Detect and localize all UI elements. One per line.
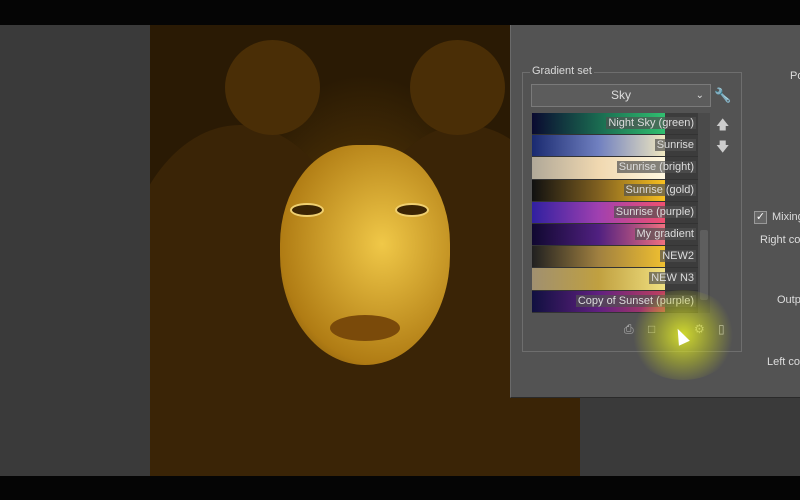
gradient-name: Sunrise (bright) <box>616 161 696 174</box>
gradient-set-label: Gradient set <box>530 65 594 77</box>
top-letterbox <box>0 0 800 25</box>
gradient-list-item[interactable]: NEW N3 <box>532 268 698 291</box>
move-up-arrow-icon[interactable]: 🡅 <box>716 116 729 138</box>
gradient-name: Sunrise (purple) <box>613 205 696 218</box>
gradient-list-item[interactable]: NEW2 <box>532 246 698 269</box>
hair-bun-left <box>225 40 320 135</box>
output-label: Outpu <box>777 294 800 306</box>
gradient-name: NEW N3 <box>649 272 696 285</box>
mixing-checkbox[interactable]: ✓ <box>754 211 767 224</box>
gradient-swatch <box>532 246 665 268</box>
gradient-list-item[interactable]: Sunrise <box>532 135 698 158</box>
wrench-icon[interactable]: 🔧 <box>714 87 731 104</box>
gradient-list[interactable]: Night Sky (green) Sunrise Sunrise (bright)… <box>532 113 698 313</box>
move-down-arrow-icon[interactable]: 🡇 <box>716 138 729 160</box>
gradient-name: NEW2 <box>660 250 696 263</box>
gradient-list-item[interactable]: Night Sky (green) <box>532 113 698 136</box>
bottom-letterbox <box>0 476 800 500</box>
lips <box>330 315 400 341</box>
gradient-list-item[interactable]: Sunrise (gold) <box>532 179 698 202</box>
mixing-label: Mixing <box>772 211 800 223</box>
gradient-set-dropdown[interactable]: Sky ⌄ <box>531 84 711 107</box>
gradient-swatch <box>532 135 665 157</box>
gradient-swatch <box>532 268 665 290</box>
scrollbar-thumb[interactable] <box>700 230 708 300</box>
dropdown-value: Sky <box>610 88 631 102</box>
right-color-label: Right colo <box>760 234 800 246</box>
hair-bun-right <box>410 40 505 135</box>
gradient-name: Sunrise <box>654 139 696 152</box>
po-label: Po <box>790 70 800 82</box>
gradient-list-item[interactable]: Sunrise (purple) <box>532 201 698 224</box>
gradient-name: Night Sky (green) <box>606 117 696 129</box>
gradient-name: My gradient <box>634 227 696 240</box>
left-color-label: Left colo <box>767 356 800 368</box>
eye-right <box>395 203 429 217</box>
gradient-list-item[interactable]: My gradient <box>532 223 698 247</box>
gradient-list-item[interactable]: Sunrise (bright) <box>532 157 698 180</box>
gradient-name: Sunrise (gold) <box>623 183 696 196</box>
chevron-down-icon: ⌄ <box>695 90 704 101</box>
eye-left <box>290 203 324 217</box>
